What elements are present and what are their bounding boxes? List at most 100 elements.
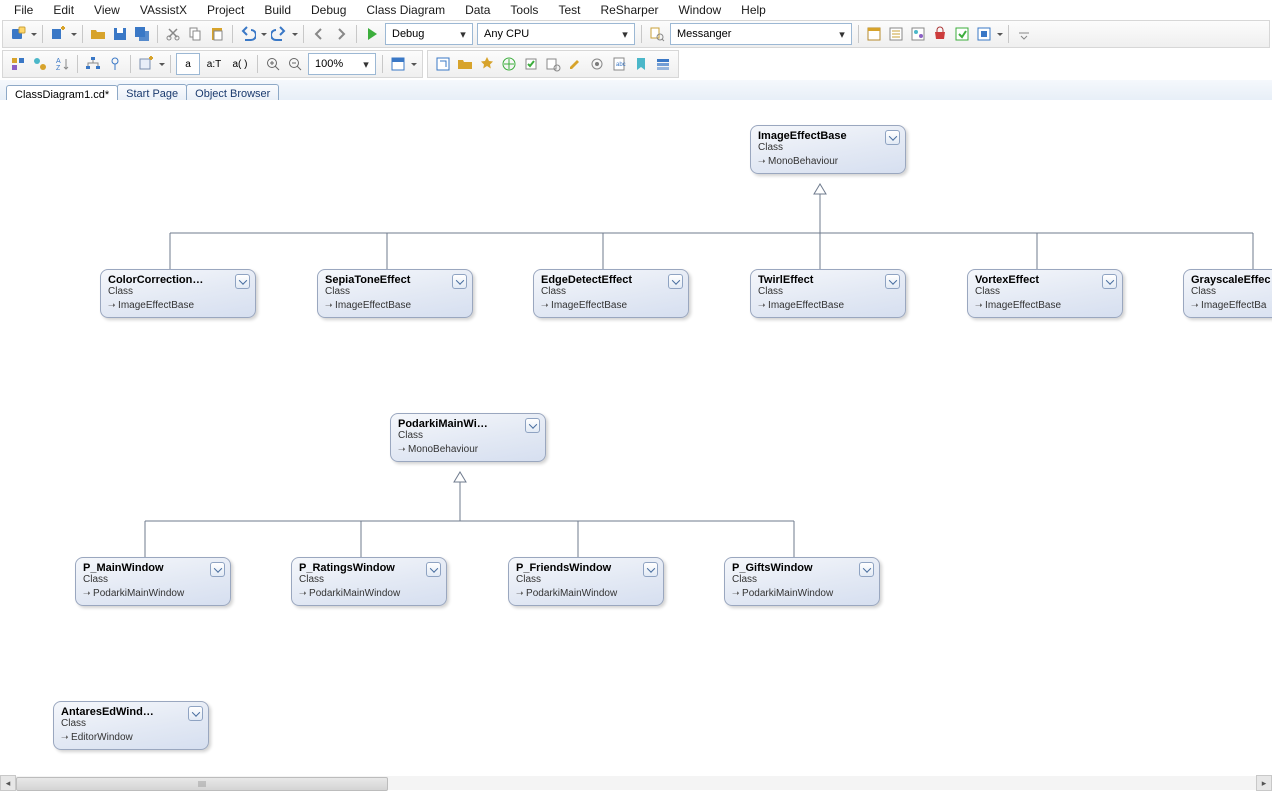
nav-fwd-button[interactable] (331, 24, 351, 44)
class-node-PodarkiMainWindow[interactable]: PodarkiMainWi…ClassMonoBehaviour (390, 413, 546, 462)
view-classdiagram-dropdown[interactable] (409, 54, 418, 74)
scroll-track[interactable] (16, 776, 1256, 790)
expand-chevron-icon[interactable] (525, 418, 540, 433)
rs-openfile-button[interactable] (455, 54, 475, 74)
class-node-VortexEffect[interactable]: VortexEffectClassImageEffectBase (967, 269, 1123, 318)
diagram-canvas[interactable]: ImageEffectBaseClassMonoBehaviour ColorCo… (0, 100, 1272, 776)
menu-tools[interactable]: Tools (500, 1, 548, 19)
rs-unit-tests-button[interactable] (521, 54, 541, 74)
redo-button[interactable] (269, 24, 289, 44)
rs-refactor-button[interactable] (433, 54, 453, 74)
redo-dropdown[interactable] (290, 24, 299, 44)
expand-chevron-icon[interactable] (859, 562, 874, 577)
paste-button[interactable] (207, 24, 227, 44)
solution-explorer-button[interactable] (864, 24, 884, 44)
expand-chevron-icon[interactable] (885, 130, 900, 145)
class-node-P_RatingsWindow[interactable]: P_RatingsWindowClassPodarkiMainWindow (291, 557, 447, 606)
scroll-thumb[interactable] (16, 777, 388, 791)
toolbar-overflow[interactable] (1014, 24, 1034, 44)
zoom-out-button[interactable] (285, 54, 305, 74)
toolbox-button[interactable] (930, 24, 950, 44)
extension-dropdown[interactable] (995, 24, 1004, 44)
start-debug-button[interactable] (362, 24, 382, 44)
menu-help[interactable]: Help (731, 1, 776, 19)
cut-button[interactable] (163, 24, 183, 44)
find-combo[interactable]: Messanger▾ (670, 23, 852, 45)
sort-alpha-button[interactable]: AZ (52, 54, 72, 74)
rs-stack-button[interactable] (653, 54, 673, 74)
class-node-ColorCorrection[interactable]: ColorCorrection…ClassImageEffectBase (100, 269, 256, 318)
menu-project[interactable]: Project (197, 1, 254, 19)
new-class-dropdown[interactable] (157, 54, 166, 74)
view-classdiagram-button[interactable] (388, 54, 408, 74)
rs-bookmarks-button[interactable] (631, 54, 651, 74)
rs-inspect-button[interactable] (543, 54, 563, 74)
expand-chevron-icon[interactable] (210, 562, 225, 577)
class-node-P_MainWindow[interactable]: P_MainWindowClassPodarkiMainWindow (75, 557, 231, 606)
save-button[interactable] (110, 24, 130, 44)
menu-file[interactable]: File (4, 1, 43, 19)
open-button[interactable] (88, 24, 108, 44)
expand-chevron-icon[interactable] (1102, 274, 1117, 289)
new-project-button[interactable] (8, 24, 28, 44)
menu-test[interactable]: Test (548, 1, 590, 19)
class-node-P_GiftsWindow[interactable]: P_GiftsWindowClassPodarkiMainWindow (724, 557, 880, 606)
menu-vassistx[interactable]: VAssistX (130, 1, 197, 19)
add-item-button[interactable] (48, 24, 68, 44)
rs-generate-button[interactable] (477, 54, 497, 74)
expand-chevron-icon[interactable] (643, 562, 658, 577)
rs-navigate-button[interactable] (499, 54, 519, 74)
scroll-right-button[interactable]: ▸ (1256, 775, 1272, 791)
show-hierarchy-button[interactable] (83, 54, 103, 74)
zoom-combo[interactable]: 100%▾ (308, 53, 376, 75)
add-item-dropdown[interactable] (69, 24, 78, 44)
undo-button[interactable] (238, 24, 258, 44)
menu-debug[interactable]: Debug (301, 1, 356, 19)
class-node-GrayscaleEffect[interactable]: GrayscaleEffecClassImageEffectBa (1183, 269, 1272, 318)
extension-button[interactable] (974, 24, 994, 44)
solution-config-combo[interactable]: Debug▾ (385, 23, 473, 45)
expand-chevron-icon[interactable] (668, 274, 683, 289)
find-in-files-button[interactable] (647, 24, 667, 44)
scroll-left-button[interactable]: ◂ (0, 775, 16, 791)
object-browser-button[interactable] (908, 24, 928, 44)
class-node-SepiaToneEffect[interactable]: SepiaToneEffectClassImageEffectBase (317, 269, 473, 318)
class-node-TwirlEffect[interactable]: TwirlEffectClassImageEffectBase (750, 269, 906, 318)
group-by-access-button[interactable] (30, 54, 50, 74)
expand-chevron-icon[interactable] (235, 274, 250, 289)
menu-resharper[interactable]: ReSharper (590, 1, 668, 19)
copy-button[interactable] (185, 24, 205, 44)
undo-dropdown[interactable] (259, 24, 268, 44)
zoom-in-button[interactable] (263, 54, 283, 74)
expand-chevron-icon[interactable] (426, 562, 441, 577)
menu-window[interactable]: Window (668, 1, 731, 19)
class-node-ImageEffectBase[interactable]: ImageEffectBaseClassMonoBehaviour (750, 125, 906, 174)
show-lollipop-button[interactable] (105, 54, 125, 74)
save-all-button[interactable] (132, 24, 152, 44)
class-node-EdgeDetectEffect[interactable]: EdgeDetectEffectClassImageEffectBase (533, 269, 689, 318)
class-node-AntaresEdWindow[interactable]: AntaresEdWind…ClassEditorWindow (53, 701, 209, 750)
start-page-button[interactable] (952, 24, 972, 44)
expand-chevron-icon[interactable] (885, 274, 900, 289)
rs-options-button[interactable] (587, 54, 607, 74)
properties-window-button[interactable] (886, 24, 906, 44)
members-full-sig-button[interactable]: a( ) (228, 54, 252, 74)
new-class-button[interactable] (136, 54, 156, 74)
nav-back-button[interactable] (309, 24, 329, 44)
rs-cleanup-button[interactable] (565, 54, 585, 74)
members-name-type-button[interactable]: a:T (202, 54, 226, 74)
menu-edit[interactable]: Edit (43, 1, 84, 19)
group-by-kind-button[interactable] (8, 54, 28, 74)
menu-build[interactable]: Build (254, 1, 301, 19)
horizontal-scrollbar[interactable]: ◂ ▸ (0, 776, 1272, 790)
expand-chevron-icon[interactable] (452, 274, 467, 289)
class-node-P_FriendsWindow[interactable]: P_FriendsWindowClassPodarkiMainWindow (508, 557, 664, 606)
menu-data[interactable]: Data (455, 1, 500, 19)
rs-todo-button[interactable]: abc (609, 54, 629, 74)
solution-platform-combo[interactable]: Any CPU▾ (477, 23, 635, 45)
members-name-button[interactable]: a (176, 53, 200, 75)
menu-view[interactable]: View (84, 1, 130, 19)
expand-chevron-icon[interactable] (188, 706, 203, 721)
new-project-dropdown[interactable] (29, 24, 38, 44)
menu-classdiagram[interactable]: Class Diagram (356, 1, 455, 19)
